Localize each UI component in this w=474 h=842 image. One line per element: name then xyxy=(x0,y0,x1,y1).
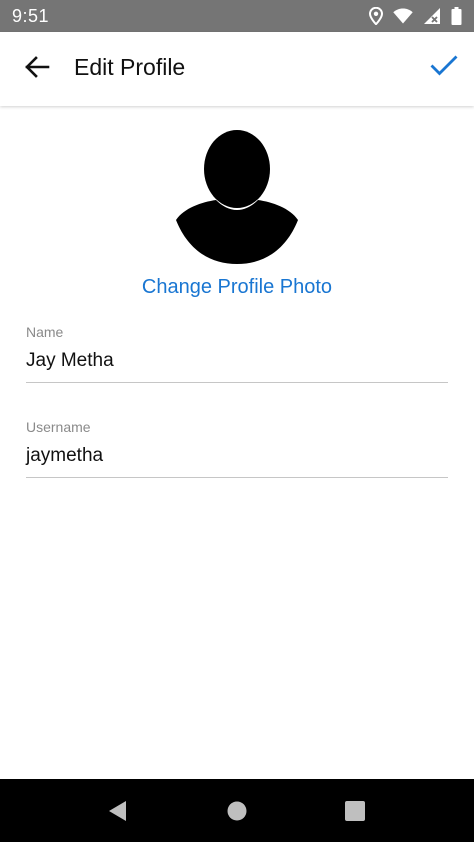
wifi-icon xyxy=(393,8,413,24)
status-icons xyxy=(369,7,462,25)
battery-icon xyxy=(451,7,462,25)
nav-home-button[interactable] xyxy=(225,799,249,823)
status-time: 9:51 xyxy=(12,5,50,26)
nav-home-icon xyxy=(225,801,249,827)
username-field[interactable]: Username jaymetha xyxy=(26,419,448,478)
save-button[interactable] xyxy=(428,50,460,84)
name-field-label: Name xyxy=(26,324,64,340)
nav-back-button[interactable] xyxy=(106,799,130,823)
nav-back-icon xyxy=(106,801,130,827)
name-field[interactable]: Name Jay Metha xyxy=(26,324,448,383)
username-field-label: Username xyxy=(26,419,91,435)
name-input[interactable]: Jay Metha xyxy=(26,350,448,382)
arrow-left-icon xyxy=(24,55,50,84)
signal-icon xyxy=(423,7,441,25)
nav-recents-button[interactable] xyxy=(343,799,367,823)
avatar[interactable] xyxy=(174,128,300,266)
app-bar: Edit Profile xyxy=(0,32,474,106)
location-icon xyxy=(369,7,383,25)
nav-recents-icon xyxy=(343,801,367,827)
page-title: Edit Profile xyxy=(74,54,186,80)
system-nav-bar xyxy=(0,779,474,842)
person-silhouette-icon xyxy=(174,130,300,270)
back-button[interactable] xyxy=(20,52,54,86)
username-input[interactable]: jaymetha xyxy=(26,445,448,477)
status-bar: 9:51 xyxy=(0,0,474,32)
checkmark-icon xyxy=(430,54,458,81)
change-profile-photo-link[interactable]: Change Profile Photo xyxy=(0,276,474,299)
